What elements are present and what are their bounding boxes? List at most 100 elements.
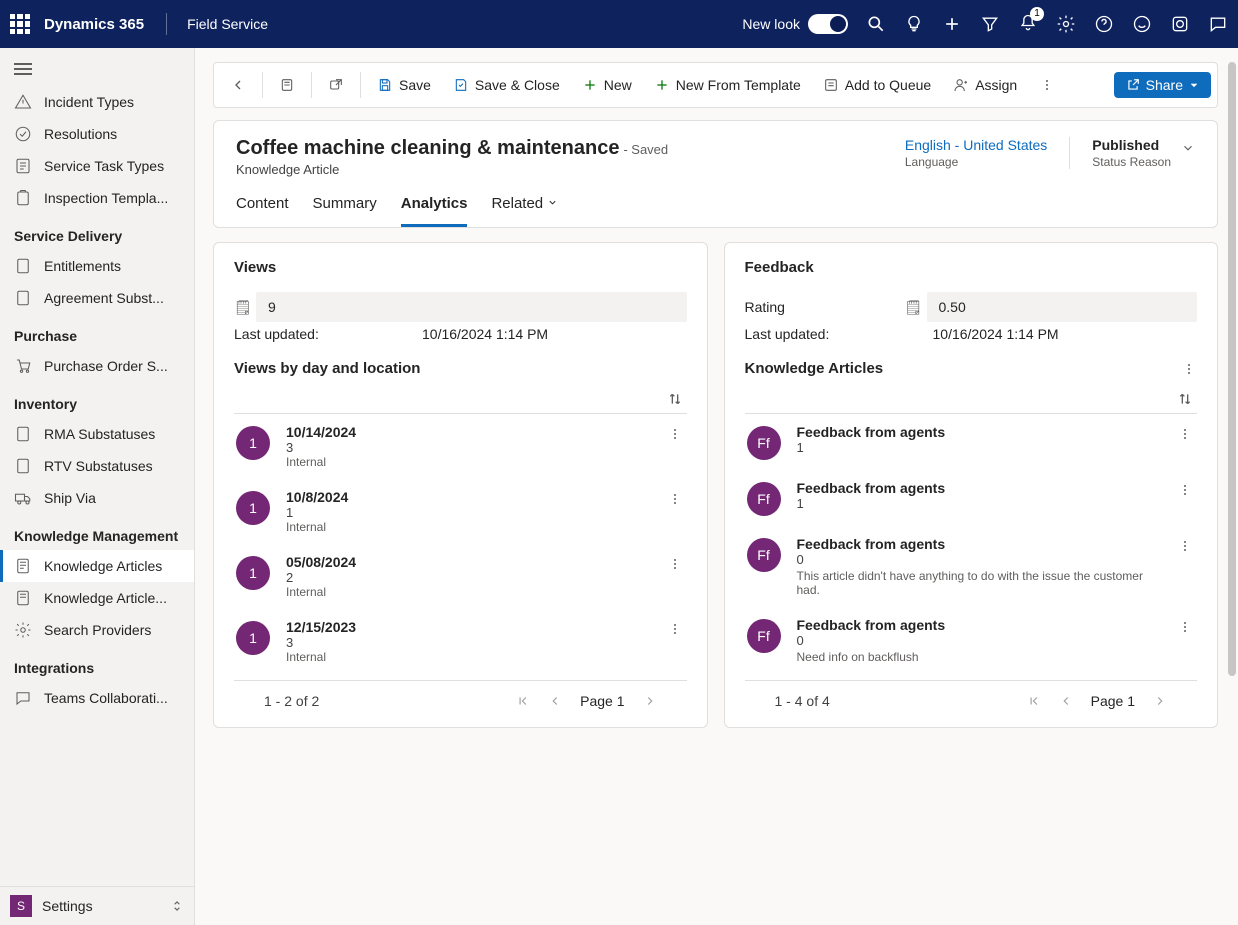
sidebar-item-label: Search Providers bbox=[44, 622, 151, 638]
more-vertical-icon[interactable] bbox=[1175, 536, 1195, 559]
subgrid-title: Knowledge Articles bbox=[745, 360, 884, 377]
more-vertical-icon[interactable] bbox=[1181, 361, 1197, 377]
list-item[interactable]: 1 12/15/2023 3 Internal bbox=[234, 609, 687, 674]
list-item[interactable]: 1 05/08/2024 2 Internal bbox=[234, 544, 687, 609]
sort-icon[interactable] bbox=[667, 391, 683, 407]
sidebar-item-label: Knowledge Article... bbox=[44, 590, 167, 606]
list-item[interactable]: Ff Feedback from agents 0This article di… bbox=[745, 526, 1198, 607]
document-icon bbox=[14, 289, 32, 307]
sidebar-item-rma-substatuses[interactable]: RMA Substatuses bbox=[0, 418, 194, 450]
gear-icon[interactable] bbox=[1056, 14, 1076, 34]
save-close-button[interactable]: Save & Close bbox=[443, 71, 570, 99]
item-count: 3 bbox=[286, 440, 649, 455]
tab-analytics[interactable]: Analytics bbox=[401, 195, 468, 227]
item-badge: 1 bbox=[236, 556, 270, 590]
list-item[interactable]: 1 10/14/2024 3 Internal bbox=[234, 414, 687, 479]
sidebar-item-label: RTV Substatuses bbox=[44, 458, 153, 474]
area-switcher[interactable]: S Settings bbox=[0, 886, 194, 925]
sidebar-item-agreement-substatuses[interactable]: Agreement Subst... bbox=[0, 282, 194, 314]
sort-bar bbox=[745, 385, 1198, 414]
assign-button[interactable]: Assign bbox=[943, 71, 1027, 99]
smiley-icon[interactable] bbox=[1132, 14, 1152, 34]
list-item[interactable]: Ff Feedback from agents 1 bbox=[745, 470, 1198, 526]
notifications-button[interactable]: 1 bbox=[1018, 13, 1038, 36]
sort-icon[interactable] bbox=[1177, 391, 1193, 407]
item-badge: 1 bbox=[236, 621, 270, 655]
sidebar-item-label: Ship Via bbox=[44, 490, 96, 506]
item-count: 1 bbox=[286, 505, 649, 520]
tab-summary[interactable]: Summary bbox=[313, 195, 377, 227]
save-button[interactable]: Save bbox=[367, 71, 441, 99]
sidebar-item-ship-via[interactable]: Ship Via bbox=[0, 482, 194, 514]
sidebar-item-search-providers[interactable]: Search Providers bbox=[0, 614, 194, 646]
pager-prev-icon[interactable] bbox=[548, 694, 562, 708]
more-vertical-icon[interactable] bbox=[1175, 424, 1195, 447]
sidebar-item-inspection-templates[interactable]: Inspection Templa... bbox=[0, 182, 194, 214]
pager-first-icon[interactable] bbox=[1027, 694, 1041, 708]
tab-content[interactable]: Content bbox=[236, 195, 289, 227]
panel-title: Feedback bbox=[745, 259, 1198, 276]
new-look-toggle[interactable]: New look bbox=[742, 14, 848, 34]
lightbulb-icon[interactable] bbox=[904, 14, 924, 34]
new-from-template-button[interactable]: New From Template bbox=[644, 71, 811, 99]
item-title: Feedback from agents bbox=[797, 480, 1160, 496]
tab-label: Related bbox=[491, 195, 543, 212]
list-item[interactable]: Ff Feedback from agents 0Need info on ba… bbox=[745, 607, 1198, 674]
chat-icon[interactable] bbox=[1208, 14, 1228, 34]
calculator-icon: 🗒 bbox=[905, 299, 927, 316]
sidebar-item-resolutions[interactable]: Resolutions bbox=[0, 118, 194, 150]
more-vertical-icon[interactable] bbox=[665, 619, 685, 642]
document-icon bbox=[14, 457, 32, 475]
sidebar-item-incident-types[interactable]: Incident Types bbox=[0, 86, 194, 118]
pager-next-icon[interactable] bbox=[643, 694, 657, 708]
more-vertical-icon[interactable] bbox=[1175, 617, 1195, 640]
search-icon[interactable] bbox=[866, 14, 886, 34]
sidebar-item-entitlements[interactable]: Entitlements bbox=[0, 250, 194, 282]
field-value: English - United States bbox=[905, 137, 1047, 153]
pager-prev-icon[interactable] bbox=[1059, 694, 1073, 708]
more-vertical-icon[interactable] bbox=[665, 554, 685, 577]
sidebar-item-rtv-substatuses[interactable]: RTV Substatuses bbox=[0, 450, 194, 482]
collapse-nav-button[interactable] bbox=[0, 56, 194, 86]
status-field[interactable]: Published Status Reason bbox=[1092, 137, 1195, 169]
list-icon bbox=[14, 157, 32, 175]
filter-icon[interactable] bbox=[980, 14, 1000, 34]
sidebar-item-label: Resolutions bbox=[44, 126, 117, 142]
more-vertical-icon[interactable] bbox=[665, 489, 685, 512]
item-date: 10/14/2024 bbox=[286, 424, 649, 440]
more-vertical-icon[interactable] bbox=[665, 424, 685, 447]
help-icon[interactable] bbox=[1094, 14, 1114, 34]
toggle-icon[interactable] bbox=[808, 14, 848, 34]
app-launcher-icon[interactable] bbox=[10, 14, 30, 34]
open-new-window-button[interactable] bbox=[318, 71, 354, 99]
sidebar-item-label: Service Task Types bbox=[44, 158, 164, 174]
overflow-button[interactable] bbox=[1029, 71, 1065, 99]
sidebar-item-knowledge-article-templates[interactable]: Knowledge Article... bbox=[0, 582, 194, 614]
back-button[interactable] bbox=[220, 71, 256, 99]
more-vertical-icon[interactable] bbox=[1175, 480, 1195, 503]
pager-first-icon[interactable] bbox=[516, 694, 530, 708]
form-selector-button[interactable] bbox=[269, 71, 305, 99]
last-updated-value: 10/16/2024 1:14 PM bbox=[933, 326, 1059, 342]
sidebar-item-teams[interactable]: Teams Collaborati... bbox=[0, 682, 194, 714]
language-field[interactable]: English - United States Language bbox=[905, 137, 1047, 169]
sidebar-item-label: Agreement Subst... bbox=[44, 290, 164, 306]
scrollbar[interactable] bbox=[1228, 62, 1236, 676]
nav-group-purchase: Purchase bbox=[0, 314, 194, 350]
add-to-queue-button[interactable]: Add to Queue bbox=[813, 71, 941, 99]
tab-related[interactable]: Related bbox=[491, 195, 558, 227]
sidebar-item-purchase-order-substatuses[interactable]: Purchase Order S... bbox=[0, 350, 194, 382]
plus-icon[interactable] bbox=[942, 14, 962, 34]
sidebar-item-knowledge-articles[interactable]: Knowledge Articles bbox=[0, 550, 194, 582]
new-button[interactable]: New bbox=[572, 71, 642, 99]
panel-title: Views bbox=[234, 259, 687, 276]
list-item[interactable]: 1 10/8/2024 1 Internal bbox=[234, 479, 687, 544]
feedback-pager: 1 - 4 of 4 Page 1 bbox=[745, 681, 1198, 713]
sidebar-item-service-task-types[interactable]: Service Task Types bbox=[0, 150, 194, 182]
pager-page: Page 1 bbox=[580, 693, 624, 709]
area-label: Settings bbox=[42, 898, 93, 914]
list-item[interactable]: Ff Feedback from agents 1 bbox=[745, 414, 1198, 470]
pager-next-icon[interactable] bbox=[1153, 694, 1167, 708]
app-icon[interactable] bbox=[1170, 14, 1190, 34]
share-button[interactable]: Share bbox=[1114, 72, 1211, 98]
